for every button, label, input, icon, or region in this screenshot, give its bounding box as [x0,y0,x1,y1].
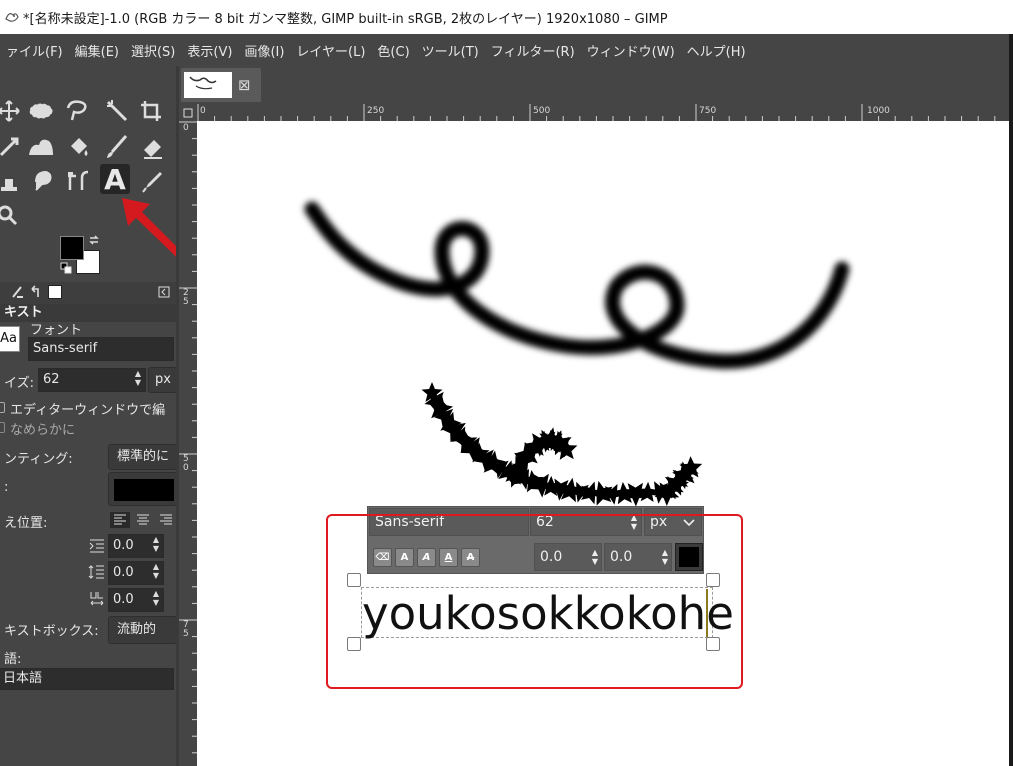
annotation-arrow-icon [122,198,178,259]
language-label: 語: [4,652,22,667]
menu-view[interactable]: 表示(V) [181,41,238,60]
bucket-fill-icon[interactable] [64,132,94,162]
image-tab-strip: ⊠ [179,66,1013,104]
use-editor-checkbox[interactable] [0,402,5,413]
size-label: イズ: [4,376,34,391]
smudge-icon[interactable] [28,166,58,196]
annotation-highlight-box [326,514,743,689]
indent-icon [89,539,104,553]
eraser-icon[interactable] [138,132,168,162]
close-tab-icon[interactable]: ⊠ [238,76,251,94]
size-spin-arrows[interactable]: ▲ ▼ [132,369,144,387]
ruler-left-label: 2 5 [183,288,189,307]
use-editor-label: エディターウィンドウで編 [10,403,166,418]
transform-icon[interactable] [0,132,24,162]
vertical-ruler[interactable]: 0 2 5 5 0 7 5 [179,121,197,766]
window-title: *[名称未設定]-1.0 (RGB カラー 8 bit ガンマ整数, GIMP … [23,11,668,27]
brush-stroke [304,201,850,369]
dock-tab-row [0,282,178,304]
box-mode-select[interactable]: 流動的 [108,616,178,644]
menu-layer[interactable]: レイヤー(L) [290,41,371,60]
justify-buttons[interactable] [110,512,178,528]
crop-icon[interactable] [136,96,166,126]
clone-icon[interactable] [0,166,24,196]
undo-history-icon[interactable] [28,285,42,299]
color-label: : [4,480,9,495]
title-bar: *[名称未設定]-1.0 (RGB カラー 8 bit ガンマ整数, GIMP … [0,0,1013,34]
swap-colors-icon[interactable] [88,234,100,246]
warp-icon[interactable] [26,132,56,162]
ruler-left-label: 7 5 [183,620,189,639]
toolbox-panel: A キスト Aa フォント Sans-serif イズ: 62 ▲ ▼ px エ… [0,66,178,766]
menu-color[interactable]: 色(C) [371,41,415,60]
images-tab-icon[interactable] [48,285,62,299]
device-status-icon[interactable] [10,285,24,299]
ellipse-select-icon[interactable] [26,96,56,126]
indent-spin-arrows[interactable]: ▲ ▼ [150,535,162,553]
antialias-label: なめらかに [10,423,76,438]
box-label: キストボックス: [4,624,99,639]
ruler-top-label: 0 [200,106,206,116]
fuzzy-select-icon[interactable] [102,96,132,126]
gimp-window: *[名称未設定]-1.0 (RGB カラー 8 bit ガンマ整数, GIMP … [0,0,1013,766]
ruler-corner[interactable] [179,104,197,121]
ruler-top-label: 1000 [867,106,890,116]
paths-icon[interactable] [64,166,94,196]
size-unit-select[interactable]: px [148,367,178,393]
ruler-left-label: 0 [183,123,189,133]
menu-filters[interactable]: フィルター(R) [485,41,581,60]
line-spacing-spin-arrows[interactable]: ▲ ▼ [150,562,162,580]
menu-bar: ァイル(F) 編集(E) 選択(S) 表示(V) 画像(I) レイヤー(L) 色… [0,34,1013,66]
ruler-top-label: 250 [367,106,385,116]
ruler-left-label: 5 0 [183,454,189,473]
foreground-color-swatch[interactable] [60,236,84,260]
image-tab[interactable]: ⊠ [181,68,261,102]
gimp-logo-icon [5,13,19,22]
ruler-top-label: 750 [699,106,717,116]
menu-windows[interactable]: ウィンドウ(W) [581,41,681,60]
window-right-border [1009,34,1013,766]
horizontal-ruler[interactable]: 0 250 500 750 1000 [197,104,1013,121]
dock-menu-icon[interactable] [158,286,170,298]
letter-spacing-icon [90,592,104,606]
move-tool-icon[interactable] [0,96,24,126]
hinting-select[interactable]: 標準的に [108,444,178,470]
free-select-icon[interactable] [62,96,92,126]
menu-help[interactable]: ヘルプ(H) [681,41,752,60]
line-spacing-icon [88,565,104,579]
font-label: フォント [30,323,83,338]
zoom-icon[interactable] [0,200,22,230]
menu-edit[interactable]: 編集(E) [69,41,125,60]
antialias-checkbox[interactable] [0,422,5,433]
paintbrush-icon[interactable] [102,132,132,162]
tool-options-title: キスト [0,304,178,322]
justify-label: え位置: [4,516,48,531]
font-input[interactable]: Sans-serif [28,337,174,361]
font-preview-button[interactable]: Aa [0,326,20,352]
hinting-label: ンティング: [4,452,73,467]
menu-select[interactable]: 選択(S) [125,41,181,60]
image-thumbnail [184,72,232,98]
default-colors-icon[interactable] [60,262,72,274]
size-input[interactable]: 62 [38,368,146,392]
menu-image[interactable]: 画像(I) [238,41,290,60]
ruler-top-label: 500 [533,106,551,116]
star-brush-stroke [421,382,703,507]
language-input[interactable]: 日本語 [0,668,174,690]
text-color-button[interactable] [108,472,178,506]
letter-spacing-spin-arrows[interactable]: ▲ ▼ [150,589,162,607]
menu-tools[interactable]: ツール(T) [416,41,485,60]
menu-file[interactable]: ァイル(F) [0,41,69,60]
